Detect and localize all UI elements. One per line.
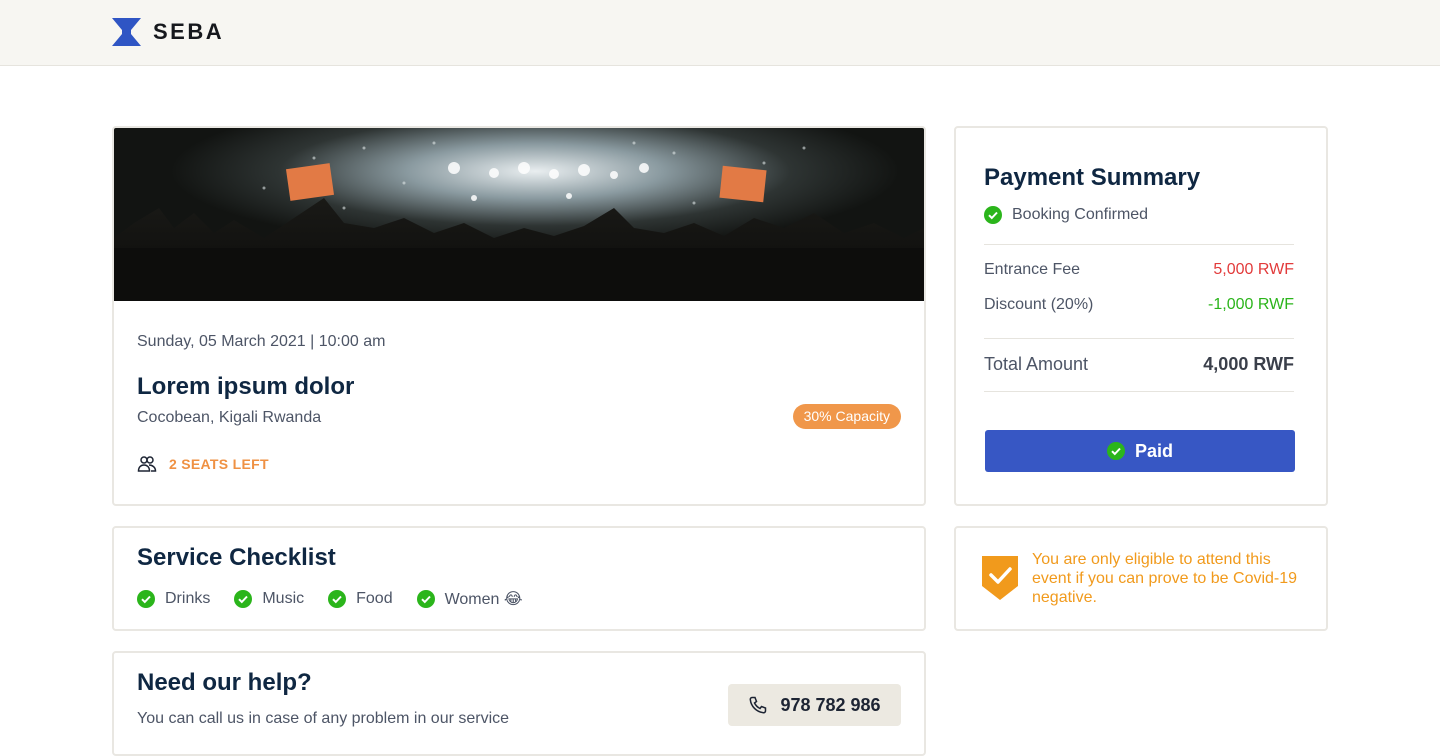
divider [984, 244, 1294, 245]
paid-button-label: Paid [1134, 440, 1173, 461]
event-date-time: Sunday, 05 March 2021 | 10:00 am [137, 333, 386, 350]
divider [984, 391, 1294, 392]
check-circle-icon [234, 590, 253, 608]
checklist-item-label: Food [356, 590, 393, 607]
event-card: Sunday, 05 March 2021 | 10:00 am Lorem i… [112, 126, 926, 506]
discount-row: Discount (20%) -1,000 RWF [984, 296, 1294, 314]
help-card: Need our help? You can call us in case o… [112, 651, 926, 756]
seats-left: 2 SEATS LEFT [137, 454, 269, 474]
brand-logo[interactable]: SEBA [112, 18, 224, 46]
seba-logo-icon [112, 18, 141, 46]
shield-check-icon [982, 556, 1018, 600]
total-value: 4,000 RWF [1203, 354, 1294, 374]
event-location: Cocobean, Kigali Rwanda [137, 409, 322, 426]
concert-photo [114, 128, 924, 301]
check-circle-icon [328, 590, 347, 608]
check-circle-icon [984, 206, 1002, 224]
check-circle-icon [416, 590, 435, 608]
top-navbar: SEBA [0, 0, 1440, 66]
booking-status-text: Booking Confirmed [1012, 206, 1149, 223]
event-title: Lorem ipsum dolor [137, 373, 355, 400]
phone-number: 978 782 986 [780, 694, 881, 715]
covid-notice-text: You are only eligible to attend this eve… [1032, 551, 1298, 606]
call-phone-button[interactable]: 978 782 986 [728, 684, 901, 726]
checklist-item-label: Drinks [165, 590, 211, 607]
entrance-fee-value: 5,000 RWF [1213, 261, 1294, 278]
payment-summary-card: Payment Summary Booking Confirmed Entran… [954, 126, 1328, 506]
payment-summary-title: Payment Summary [984, 164, 1201, 191]
check-circle-icon [1106, 442, 1125, 460]
paid-button[interactable]: Paid [985, 430, 1295, 472]
total-row: Total Amount 4,000 RWF [984, 354, 1294, 375]
checklist-item-label: Women 😂 [444, 591, 523, 608]
discount-value: -1,000 RWF [1208, 296, 1294, 313]
help-subtitle: You can call us in case of any problem i… [137, 710, 510, 727]
checklist-items: Drinks Music Food Women 😂 [137, 589, 523, 609]
divider [984, 338, 1294, 339]
check-circle-icon [137, 590, 155, 608]
users-icon [137, 456, 157, 472]
entrance-fee-label: Entrance Fee [984, 261, 1081, 278]
service-checklist-card: Service Checklist Drinks Music Food Wome… [112, 526, 926, 631]
checklist-title: Service Checklist [137, 544, 336, 571]
phone-icon [749, 696, 767, 714]
seats-left-text: 2 SEATS LEFT [169, 456, 269, 472]
help-title: Need our help? [137, 669, 312, 696]
entrance-fee-row: Entrance Fee 5,000 RWF [984, 261, 1294, 279]
checklist-item-women: Women 😂 [416, 589, 523, 609]
brand-name: SEBA [153, 19, 225, 44]
total-label: Total Amount [984, 354, 1089, 374]
covid-notice-card: You are only eligible to attend this eve… [954, 526, 1328, 631]
discount-label: Discount (20%) [984, 296, 1094, 313]
checklist-item-music: Music [234, 589, 304, 609]
booking-status: Booking Confirmed [984, 206, 1148, 224]
checklist-item-drinks: Drinks [137, 589, 210, 609]
checklist-item-label: Music [262, 590, 305, 607]
checklist-item-food: Food [328, 589, 393, 609]
capacity-badge: 30% Capacity [792, 404, 901, 429]
